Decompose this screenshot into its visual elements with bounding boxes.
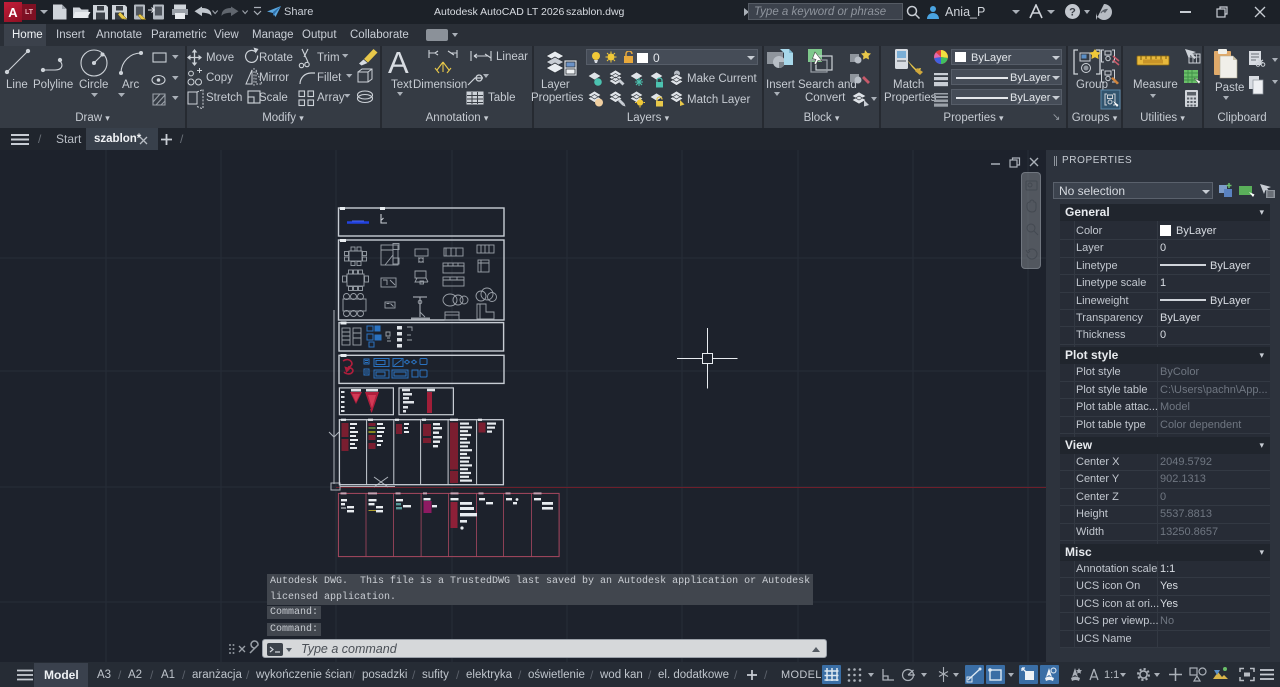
svg-text:?: ? (1069, 7, 1076, 19)
